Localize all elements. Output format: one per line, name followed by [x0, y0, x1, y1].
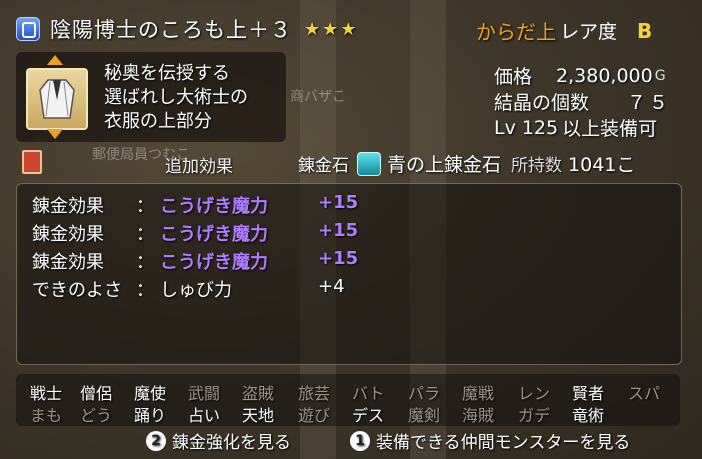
rarity-label: レア度 [560, 21, 618, 43]
effect-colon: ： [136, 252, 154, 273]
job-warrior: 戦士 [30, 384, 63, 403]
count-value: 1041こ [568, 154, 636, 176]
gem-label: 錬金石 [298, 156, 349, 176]
job-paladin: パラ [408, 384, 441, 403]
item-category: からだ上 [476, 20, 556, 44]
effect-label: 錬金効果 [32, 252, 104, 273]
item-name: 陰陽博士のころも上＋３ [50, 18, 292, 42]
job-ranger: レン [518, 384, 551, 403]
effect-value: +15 [318, 192, 359, 213]
price-row: 価格 2,380,000 G [494, 62, 666, 89]
crystal-value: ７５ [627, 92, 672, 114]
effect-line: 錬金効果 ： こうげき魔力 +15 [32, 220, 358, 246]
job-thief: 盗賊 [242, 384, 275, 403]
equippable-monsters-label: 装備できる仲間モンスターを見る [376, 433, 631, 453]
effect-colon: ： [136, 196, 154, 217]
book-icon[interactable] [22, 150, 42, 174]
rarity-stars: ★★★ [304, 18, 359, 40]
price-label: 価格 [494, 66, 533, 88]
equippable-monsters-button[interactable]: 1 装備できる仲間モンスターを見る [350, 428, 630, 453]
level-prefix: Lv [494, 116, 516, 139]
job-pirate: 海賊 [462, 406, 495, 425]
robe-graphic [39, 79, 75, 119]
item-title-row: 陰陽博士のころも上＋３ ★★★ [16, 14, 358, 44]
scroll-down-arrow-icon[interactable] [47, 129, 63, 139]
effect-label: 錬金効果 [32, 196, 104, 217]
job-fortune-teller: 占い [188, 406, 221, 425]
job-playboy: 遊び [298, 406, 331, 425]
gem-name: 青の上錬金石 [387, 154, 502, 176]
effect-line: 錬金効果 ： こうげき魔力 +15 [32, 248, 358, 274]
gem-icon [357, 151, 381, 176]
job-tool-user: どう [80, 406, 113, 425]
crystal-label: 結晶の個数 [494, 92, 590, 114]
item-description: 秘奥を伝授する 選ばれし大術士の 衣服の上部分 [104, 62, 248, 134]
effect-colon: ： [136, 280, 154, 301]
job-tenchi-raimei: 天地 [242, 406, 275, 425]
extra-effect-label: 追加効果 [165, 157, 233, 177]
job-magic-swordsman: 魔剣 [408, 406, 441, 425]
job-guardian: ガデ [518, 406, 551, 425]
level-suffix: 以上装備可 [562, 118, 658, 140]
alchemy-upgrade-label: 錬金強化を見る [172, 433, 291, 453]
effect-line: できのよさ ： しゅび力 +4 [32, 276, 345, 302]
effect-value: +15 [318, 248, 359, 269]
job-entertainer: 旅芸 [298, 384, 331, 403]
job-priest: 僧侶 [80, 384, 113, 403]
category-row: からだ上 レア度 B [476, 16, 652, 45]
price-unit: G [654, 67, 666, 84]
effect-name: しゅび力 [160, 280, 232, 301]
job-mage: 魔使 [134, 384, 167, 403]
description-line: 秘奥を伝授する [104, 63, 230, 84]
job-dancer: 踊り [134, 406, 167, 425]
effect-value: +4 [318, 276, 345, 297]
effect-line: 錬金効果 ： こうげき魔力 +15 [32, 192, 358, 218]
description-line: 選ばれし大術士の [104, 87, 248, 108]
robe-icon[interactable] [26, 68, 88, 130]
effect-value: +15 [318, 220, 359, 241]
job-dragon-mage: 竜術 [572, 406, 605, 425]
job-sage: 賢者 [572, 384, 605, 403]
job-martial-artist: 武闘 [188, 384, 221, 403]
level-row: Lv 125 以上装備可 [494, 114, 657, 141]
alchemy-upgrade-button[interactable]: 2 錬金強化を見る [146, 428, 291, 453]
crystal-row: 結晶の個数 ７５ [494, 88, 671, 115]
effect-label: 錬金効果 [32, 224, 104, 245]
level-value: 125 [521, 116, 559, 139]
effect-colon: ： [136, 224, 154, 245]
scroll-up-arrow-icon[interactable] [47, 55, 63, 65]
job-monster-master: まも [30, 406, 63, 425]
effect-label: できのよさ [32, 280, 122, 301]
job-magic-knight: 魔戦 [462, 384, 495, 403]
gem-row: 錬金石 青の上錬金石 所持数 1041こ [298, 150, 635, 177]
rarity-value: B [637, 18, 653, 43]
effect-name: こうげき魔力 [160, 196, 268, 217]
description-line: 衣服の上部分 [104, 111, 212, 132]
count-label: 所持数 [511, 156, 563, 176]
button-1-icon: 1 [350, 430, 370, 451]
job-battle-master: バト [352, 384, 385, 403]
background-shop-sign: 商バザこ [290, 89, 346, 105]
effect-name: こうげき魔力 [160, 252, 268, 273]
bag-icon [16, 17, 40, 41]
price-value: 2,380,000 [556, 64, 653, 87]
effect-name: こうげき魔力 [160, 224, 268, 245]
job-death-master: デス [352, 406, 385, 425]
job-super-star: スパ [628, 384, 661, 403]
button-2-icon: 2 [146, 430, 166, 451]
